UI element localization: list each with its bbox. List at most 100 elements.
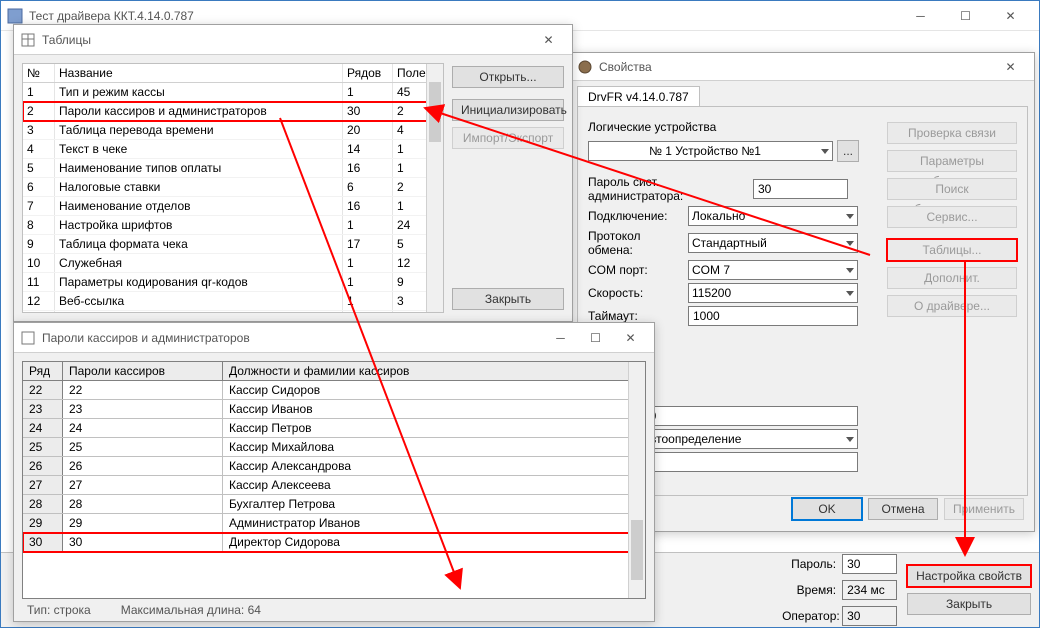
device-more-button[interactable]: ... bbox=[837, 140, 859, 162]
apply-button[interactable]: Применить bbox=[944, 498, 1024, 520]
cell-ryad: 23 bbox=[23, 400, 63, 418]
protocol-label: Протокол обмена: bbox=[588, 229, 688, 257]
table-row[interactable]: 6Налоговые ставки62 bbox=[23, 178, 443, 197]
col-row: Ряд bbox=[23, 362, 63, 380]
cell-name: Параметры кодирования qr-кодов bbox=[55, 273, 343, 291]
cell-name: Пароли кассиров и администраторов bbox=[55, 102, 343, 120]
password-row[interactable]: 2626Кассир Александрова bbox=[23, 457, 645, 476]
import-export-button[interactable]: Импорт/Экспорт bbox=[452, 127, 564, 149]
time-value: 234 мс bbox=[842, 580, 897, 600]
cell-pwd: 29 bbox=[63, 514, 223, 532]
password-input[interactable] bbox=[842, 554, 897, 574]
properties-side-buttons: Проверка связи Параметры обмена... Поиск… bbox=[887, 119, 1017, 320]
extra-params-button[interactable]: Дополнит. параметры... bbox=[887, 267, 1017, 289]
about-driver-button[interactable]: О драйвере... bbox=[887, 295, 1017, 317]
setup-properties-button[interactable]: Настройка свойств bbox=[907, 565, 1031, 587]
tables-window: Таблицы ✕ № Название Рядов Полей 1Тип и … bbox=[13, 24, 573, 322]
sys-pwd-input[interactable] bbox=[753, 179, 848, 199]
app-icon bbox=[7, 8, 23, 24]
tables-list[interactable]: № Название Рядов Полей 1Тип и режим касс… bbox=[22, 63, 444, 313]
table-row[interactable]: 9Таблица формата чека175 bbox=[23, 235, 443, 254]
cell-ryad: 30 bbox=[23, 533, 63, 551]
maximize-button[interactable]: ☐ bbox=[943, 1, 988, 30]
passwords-maximize-icon[interactable]: ☐ bbox=[578, 323, 613, 352]
cell-pwd: 27 bbox=[63, 476, 223, 494]
oper-label: Оператор: bbox=[782, 609, 842, 623]
main-title: Тест драйвера ККТ.4.14.0.787 bbox=[29, 9, 898, 23]
passwords-scrollbar[interactable] bbox=[628, 362, 645, 598]
timeout-label: Таймаут: bbox=[588, 309, 688, 323]
chevron-down-icon bbox=[821, 149, 829, 154]
passwords-minimize-icon[interactable]: ─ bbox=[543, 323, 578, 352]
cell-rows: 1 bbox=[343, 83, 393, 101]
cell-no: 7 bbox=[23, 197, 55, 215]
passwords-titlebar: Пароли кассиров и администраторов ─ ☐ ✕ bbox=[14, 323, 654, 353]
password-row[interactable]: 2323Кассир Иванов bbox=[23, 400, 645, 419]
close-button[interactable]: ✕ bbox=[988, 1, 1033, 30]
cell-name: Наименование отделов bbox=[55, 197, 343, 215]
open-table-button[interactable]: Открыть... bbox=[452, 66, 564, 88]
cell-fio: Администратор Иванов bbox=[223, 514, 645, 532]
password-row[interactable]: 2424Кассир Петров bbox=[23, 419, 645, 438]
cell-pwd: 28 bbox=[63, 495, 223, 513]
main-close-button[interactable]: Закрыть bbox=[907, 593, 1031, 615]
password-row[interactable]: 2727Кассир Алексеева bbox=[23, 476, 645, 495]
table-row[interactable]: 12Веб-ссылка13 bbox=[23, 292, 443, 311]
comport-select[interactable]: COM 7 bbox=[688, 260, 858, 280]
table-row[interactable]: 13Параметры термопечати14 bbox=[23, 311, 443, 313]
properties-titlebar: Свойства ✕ bbox=[571, 53, 1034, 81]
tables-scrollbar[interactable] bbox=[426, 64, 443, 312]
table-row[interactable]: 7Наименование отделов161 bbox=[23, 197, 443, 216]
cell-pwd: 25 bbox=[63, 438, 223, 456]
passwords-close-icon[interactable]: ✕ bbox=[613, 323, 648, 352]
device-select[interactable]: № 1 Устройство №1 bbox=[588, 141, 833, 161]
cancel-button[interactable]: Отмена bbox=[868, 498, 938, 520]
minimize-button[interactable]: ─ bbox=[898, 1, 943, 30]
table-row[interactable]: 10Служебная112 bbox=[23, 254, 443, 273]
passwords-status-bar: Тип: строка Максимальная длина: 64 bbox=[27, 603, 261, 617]
timeout-input[interactable] bbox=[688, 306, 858, 326]
protocol-select[interactable]: Стандартный bbox=[688, 233, 858, 253]
password-row[interactable]: 3030Директор Сидорова bbox=[23, 533, 645, 552]
ok-button[interactable]: OK bbox=[792, 498, 862, 520]
table-row[interactable]: 1Тип и режим кассы145 bbox=[23, 83, 443, 102]
lower-pwd-input[interactable] bbox=[638, 406, 858, 426]
passwords-grid[interactable]: Ряд Пароли кассиров Должности и фамилии … bbox=[22, 361, 646, 599]
table-row[interactable]: 8Настройка шрифтов124 bbox=[23, 216, 443, 235]
password-row[interactable]: 2525Кассир Михайлова bbox=[23, 438, 645, 457]
speed-select[interactable]: 115200 bbox=[688, 283, 858, 303]
password-row[interactable]: 2929Администратор Иванов bbox=[23, 514, 645, 533]
init-table-button[interactable]: Инициализировать bbox=[452, 99, 564, 121]
cell-name: Веб-ссылка bbox=[55, 292, 343, 310]
autodetect-select[interactable]: Автоопределение bbox=[638, 429, 858, 449]
col-no: № bbox=[23, 64, 55, 82]
cell-name: Настройка шрифтов bbox=[55, 216, 343, 234]
table-row[interactable]: 2Пароли кассиров и администраторов302 bbox=[23, 102, 443, 121]
table-row[interactable]: 3Таблица перевода времени204 bbox=[23, 121, 443, 140]
lower-ki-input[interactable] bbox=[638, 452, 858, 472]
type-label: Тип: строка bbox=[27, 603, 91, 617]
password-row[interactable]: 2222Кассир Сидоров bbox=[23, 381, 645, 400]
tables-close-icon[interactable]: ✕ bbox=[531, 25, 566, 54]
password-row[interactable]: 2828Бухгалтер Петрова bbox=[23, 495, 645, 514]
tables-titlebar: Таблицы ✕ bbox=[14, 25, 572, 55]
passwords-window: Пароли кассиров и администраторов ─ ☐ ✕ … bbox=[13, 322, 655, 622]
cell-rows: 16 bbox=[343, 159, 393, 177]
connection-select[interactable]: Локально bbox=[688, 206, 858, 226]
table-row[interactable]: 5Наименование типов оплаты161 bbox=[23, 159, 443, 178]
cell-rows: 30 bbox=[343, 102, 393, 120]
table-row[interactable]: 11Параметры кодирования qr-кодов19 bbox=[23, 273, 443, 292]
check-connection-button[interactable]: Проверка связи bbox=[887, 122, 1017, 144]
driver-version-tab[interactable]: DrvFR v4.14.0.787 bbox=[577, 86, 700, 107]
cell-pwd: 26 bbox=[63, 457, 223, 475]
cell-ryad: 27 bbox=[23, 476, 63, 494]
table-row[interactable]: 4Текст в чеке141 bbox=[23, 140, 443, 159]
exchange-params-button[interactable]: Параметры обмена... bbox=[887, 150, 1017, 172]
tables-close-button[interactable]: Закрыть bbox=[452, 288, 564, 310]
service-button[interactable]: Сервис... bbox=[887, 206, 1017, 228]
cell-name: Таблица формата чека bbox=[55, 235, 343, 253]
properties-close-icon[interactable]: ✕ bbox=[993, 52, 1028, 81]
cell-fio: Кассир Александрова bbox=[223, 457, 645, 475]
tables-button[interactable]: Таблицы... bbox=[887, 239, 1017, 261]
search-hardware-button[interactable]: Поиск оборудования... bbox=[887, 178, 1017, 200]
